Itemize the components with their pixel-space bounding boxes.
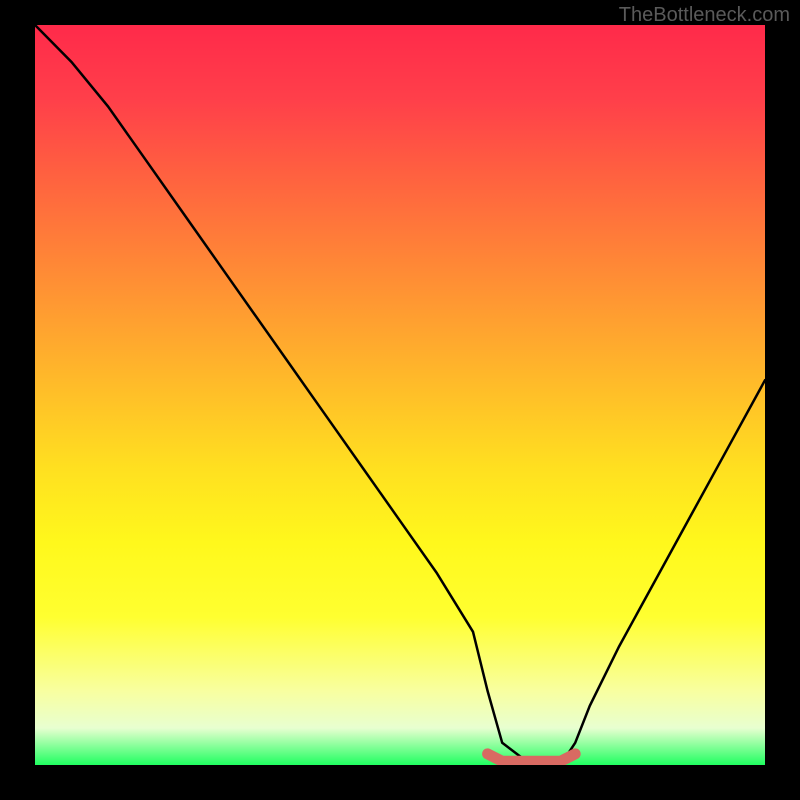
- plot-area: [35, 25, 765, 765]
- curve-line: [35, 25, 765, 765]
- watermark-text: TheBottleneck.com: [619, 4, 790, 27]
- chart-svg: [35, 25, 765, 765]
- highlight-line: [488, 754, 576, 761]
